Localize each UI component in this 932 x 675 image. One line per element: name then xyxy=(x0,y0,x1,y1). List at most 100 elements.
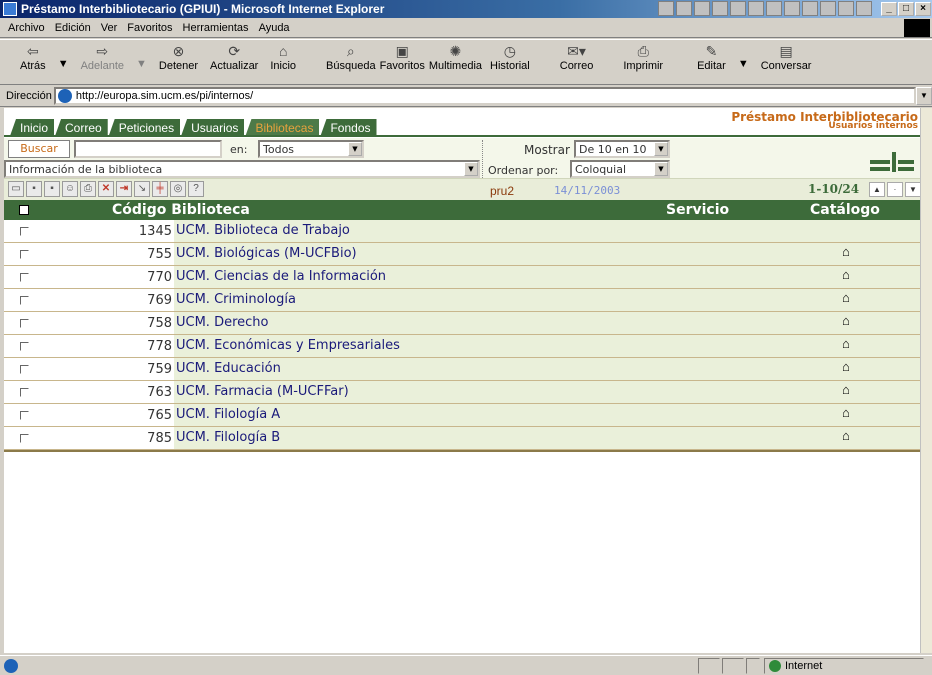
row-checkbox[interactable] xyxy=(20,365,29,374)
catalog-home-icon[interactable]: ⌂ xyxy=(842,359,850,374)
minimize-icon[interactable]: _ xyxy=(881,2,897,16)
home-button[interactable]: ⌂ Inicio xyxy=(270,42,296,72)
library-name[interactable]: UCM. Ciencias de la Información xyxy=(174,266,920,288)
row-checkbox[interactable] xyxy=(20,273,29,282)
tray-icon[interactable] xyxy=(784,1,800,16)
mail-button[interactable]: ✉▾ Correo xyxy=(560,42,594,72)
library-name[interactable]: UCM. Criminología xyxy=(174,289,920,311)
menu-herramientas[interactable]: Herramientas xyxy=(183,22,249,34)
row-checkbox[interactable] xyxy=(20,388,29,397)
tab-correo[interactable]: Correo xyxy=(55,119,108,136)
vertical-scrollbar[interactable] xyxy=(920,108,932,653)
table-row[interactable]: 770 UCM. Ciencias de la Información ⌂ xyxy=(4,266,920,289)
library-name[interactable]: UCM. Filología B xyxy=(174,427,920,449)
row-checkbox[interactable] xyxy=(20,296,29,305)
tray-icon[interactable] xyxy=(802,1,818,16)
table-row[interactable]: 778 UCM. Económicas y Empresariales ⌂ xyxy=(4,335,920,358)
binoculars-icon[interactable]: ◎ xyxy=(170,181,186,197)
delete-icon[interactable]: ✕ xyxy=(98,181,114,197)
row-checkbox[interactable] xyxy=(20,250,29,259)
tab-usuarios[interactable]: Usuarios xyxy=(181,119,245,136)
tab-inicio[interactable]: Inicio xyxy=(10,119,55,136)
library-name[interactable]: UCM. Educación xyxy=(174,358,920,380)
back-dropdown-icon[interactable]: ▼ xyxy=(58,58,69,70)
row-checkbox[interactable] xyxy=(20,319,29,328)
table-row[interactable]: 758 UCM. Derecho ⌂ xyxy=(4,312,920,335)
library-name[interactable]: UCM. Biológicas (M-UCFBio) xyxy=(174,243,920,265)
mostrar-select[interactable]: De 10 en 10 ▼ xyxy=(574,140,670,158)
row-checkbox[interactable] xyxy=(20,411,29,420)
tray-icon[interactable] xyxy=(712,1,728,16)
catalog-home-icon[interactable]: ⌂ xyxy=(842,313,850,328)
tray-icon[interactable] xyxy=(748,1,764,16)
catalog-home-icon[interactable]: ⌂ xyxy=(842,290,850,305)
page-down-icon[interactable]: ▼ xyxy=(905,182,920,197)
maximize-icon[interactable]: □ xyxy=(898,2,914,16)
favorites-button[interactable]: ▣ Favoritos xyxy=(380,42,425,72)
menu-ayuda[interactable]: Ayuda xyxy=(259,22,290,34)
table-row[interactable]: 763 UCM. Farmacia (M-UCFFar) ⌂ xyxy=(4,381,920,404)
library-name[interactable]: UCM. Farmacia (M-UCFFar) xyxy=(174,381,920,403)
menu-ver[interactable]: Ver xyxy=(101,22,118,34)
media-button[interactable]: ✺ Multimedia xyxy=(429,42,482,72)
edit-dropdown-icon[interactable]: ▼ xyxy=(738,58,749,70)
back-button[interactable]: ⇦ Atrás xyxy=(20,42,46,72)
tray-icon[interactable] xyxy=(820,1,836,16)
forward-dropdown-icon[interactable]: ▼ xyxy=(136,58,147,70)
menu-edicion[interactable]: Edición xyxy=(55,22,91,34)
insert-icon[interactable]: ╪ xyxy=(152,181,168,197)
stop-button[interactable]: ⊗ Detener xyxy=(159,42,198,72)
delete-marked-icon[interactable]: ⇥ xyxy=(116,181,132,197)
help-icon[interactable]: ? xyxy=(188,181,204,197)
history-button[interactable]: ◷ Historial xyxy=(490,42,530,72)
page-up-icon[interactable]: ▲ xyxy=(869,182,885,197)
tray-icon[interactable] xyxy=(730,1,746,16)
discuss-button[interactable]: ▤ Conversar xyxy=(761,42,812,72)
row-checkbox[interactable] xyxy=(20,434,29,443)
search-button[interactable]: ⌕ Búsqueda xyxy=(326,42,376,72)
catalog-home-icon[interactable]: ⌂ xyxy=(842,336,850,351)
catalog-home-icon[interactable]: ⌂ xyxy=(842,382,850,397)
address-dropdown-icon[interactable]: ▼ xyxy=(916,87,932,105)
forward-button[interactable]: ⇨ Adelante xyxy=(81,42,124,72)
search-input[interactable] xyxy=(74,140,222,158)
info-select[interactable]: Información de la biblioteca ▼ xyxy=(4,160,480,178)
library-name[interactable]: UCM. Derecho xyxy=(174,312,920,334)
table-row[interactable]: 765 UCM. Filología A ⌂ xyxy=(4,404,920,427)
catalog-home-icon[interactable]: ⌂ xyxy=(842,428,850,443)
mark-icon[interactable]: ↘ xyxy=(134,181,150,197)
save-icon[interactable]: ▪ xyxy=(26,181,42,197)
library-name[interactable]: UCM. Económicas y Empresariales xyxy=(174,335,920,357)
row-checkbox[interactable] xyxy=(20,342,29,351)
catalog-home-icon[interactable]: ⌂ xyxy=(842,405,850,420)
ordenar-select[interactable]: Coloquial ▼ xyxy=(570,160,670,178)
tab-fondos[interactable]: Fondos xyxy=(320,119,377,136)
tray-icon[interactable] xyxy=(658,1,674,16)
library-name[interactable]: UCM. Filología A xyxy=(174,404,920,426)
address-input[interactable]: http://europa.sim.ucm.es/pi/internos/ xyxy=(53,87,916,105)
table-row[interactable]: 1345 UCM. Biblioteca de Trabajo xyxy=(4,220,920,243)
search-field-select[interactable]: Todos ▼ xyxy=(258,140,364,158)
close-icon[interactable]: × xyxy=(915,2,931,16)
table-row[interactable]: 769 UCM. Criminología ⌂ xyxy=(4,289,920,312)
print-button[interactable]: ⎙ Imprimir xyxy=(623,42,663,72)
table-row[interactable]: 755 UCM. Biológicas (M-UCFBio) ⌂ xyxy=(4,243,920,266)
new-record-icon[interactable]: ▭ xyxy=(8,181,24,197)
tray-icon[interactable] xyxy=(856,1,872,16)
buscar-button[interactable]: Buscar xyxy=(8,140,70,158)
library-name[interactable]: UCM. Biblioteca de Trabajo xyxy=(174,220,920,242)
tray-icon[interactable] xyxy=(676,1,692,16)
menu-archivo[interactable]: Archivo xyxy=(8,22,45,34)
tray-icon[interactable] xyxy=(766,1,782,16)
table-row[interactable]: 785 UCM. Filología B ⌂ xyxy=(4,427,920,450)
row-checkbox[interactable] xyxy=(20,227,29,236)
refresh-button[interactable]: ⟳ Actualizar xyxy=(210,42,258,72)
catalog-home-icon[interactable]: ⌂ xyxy=(842,267,850,282)
tray-icon[interactable] xyxy=(838,1,854,16)
catalog-home-icon[interactable]: ⌂ xyxy=(842,244,850,259)
edit-button[interactable]: ✎ Editar xyxy=(697,42,726,72)
tray-icon[interactable] xyxy=(694,1,710,16)
menu-favoritos[interactable]: Favoritos xyxy=(127,22,172,34)
print-icon[interactable]: ⎙ xyxy=(80,181,96,197)
select-all-checkbox[interactable] xyxy=(19,205,29,215)
